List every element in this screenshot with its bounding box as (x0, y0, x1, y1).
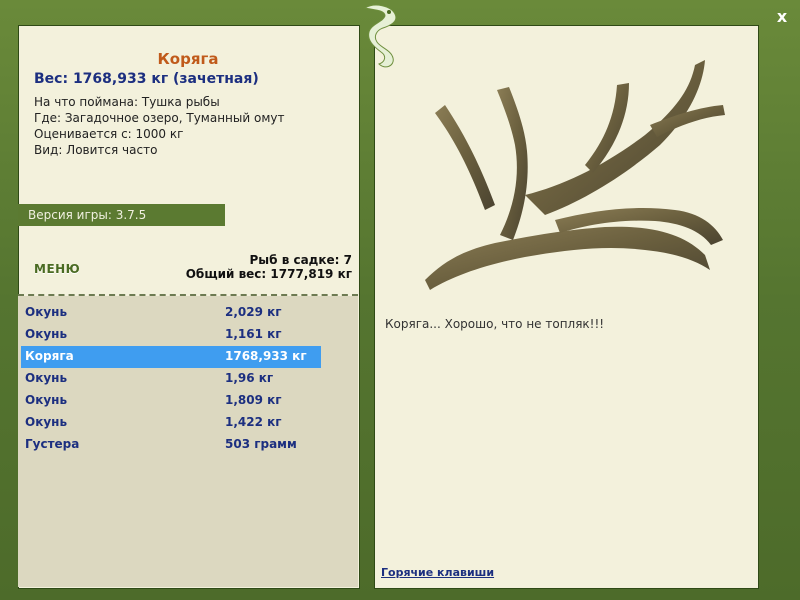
item-weight: 1,422 кг (225, 415, 282, 429)
item-weight: 503 грамм (225, 437, 297, 451)
item-weight: 1,96 кг (225, 371, 274, 385)
item-weight: 1,809 кг (225, 393, 282, 407)
list-item[interactable]: Окунь 1,96 кг (21, 368, 321, 390)
item-weight: 1768,933 кг (225, 349, 307, 363)
rated-from-info: Оценивается с: 1000 кг (34, 127, 184, 141)
catch-comment: Коряга... Хорошо, что не топляк!!! (385, 317, 605, 331)
item-name: Окунь (25, 415, 68, 429)
kind-info: Вид: Ловится часто (34, 143, 158, 157)
item-name: Густера (25, 437, 80, 451)
item-name: Коряга (25, 349, 74, 363)
item-weight: 1,161 кг (225, 327, 282, 341)
catch-image (425, 60, 725, 290)
divider (18, 294, 358, 296)
bait-info: На что поймана: Тушка рыбы (34, 95, 220, 109)
close-button[interactable]: x (771, 6, 793, 28)
list-item-selected[interactable]: Коряга 1768,933 кг (21, 346, 321, 368)
menu-button[interactable]: МЕНЮ (34, 262, 80, 276)
list-item[interactable]: Густера 503 грамм (21, 434, 321, 456)
keepnet-count: Рыб в садке: 7 (249, 253, 353, 267)
keepnet-total-weight: Общий вес: 1777,819 кг (185, 267, 352, 281)
lizard-logo-icon (363, 4, 397, 68)
list-item[interactable]: Окунь 1,809 кг (21, 390, 321, 412)
item-weight: 2,029 кг (225, 305, 282, 319)
list-item[interactable]: Окунь 2,029 кг (21, 302, 321, 324)
game-version: Версия игры: 3.7.5 (18, 204, 225, 226)
item-name: Окунь (25, 327, 68, 341)
item-name: Окунь (25, 305, 68, 319)
hotkeys-link[interactable]: Горячие клавиши (381, 566, 494, 579)
catch-weight: Вес: 1768,933 кг (зачетная) (34, 71, 259, 87)
list-item[interactable]: Окунь 1,422 кг (21, 412, 321, 434)
list-item[interactable]: Окунь 1,161 кг (21, 324, 321, 346)
keepnet-summary: Рыб в садке: 7 Общий вес: 1777,819 кг (186, 253, 352, 281)
location-info: Где: Загадочное озеро, Туманный омут (34, 111, 285, 125)
catch-title: Коряга (157, 50, 219, 68)
catch-list: Окунь 2,029 кг Окунь 1,161 кг Коряга 1768,9… (21, 302, 321, 456)
item-name: Окунь (25, 371, 68, 385)
item-name: Окунь (25, 393, 68, 407)
